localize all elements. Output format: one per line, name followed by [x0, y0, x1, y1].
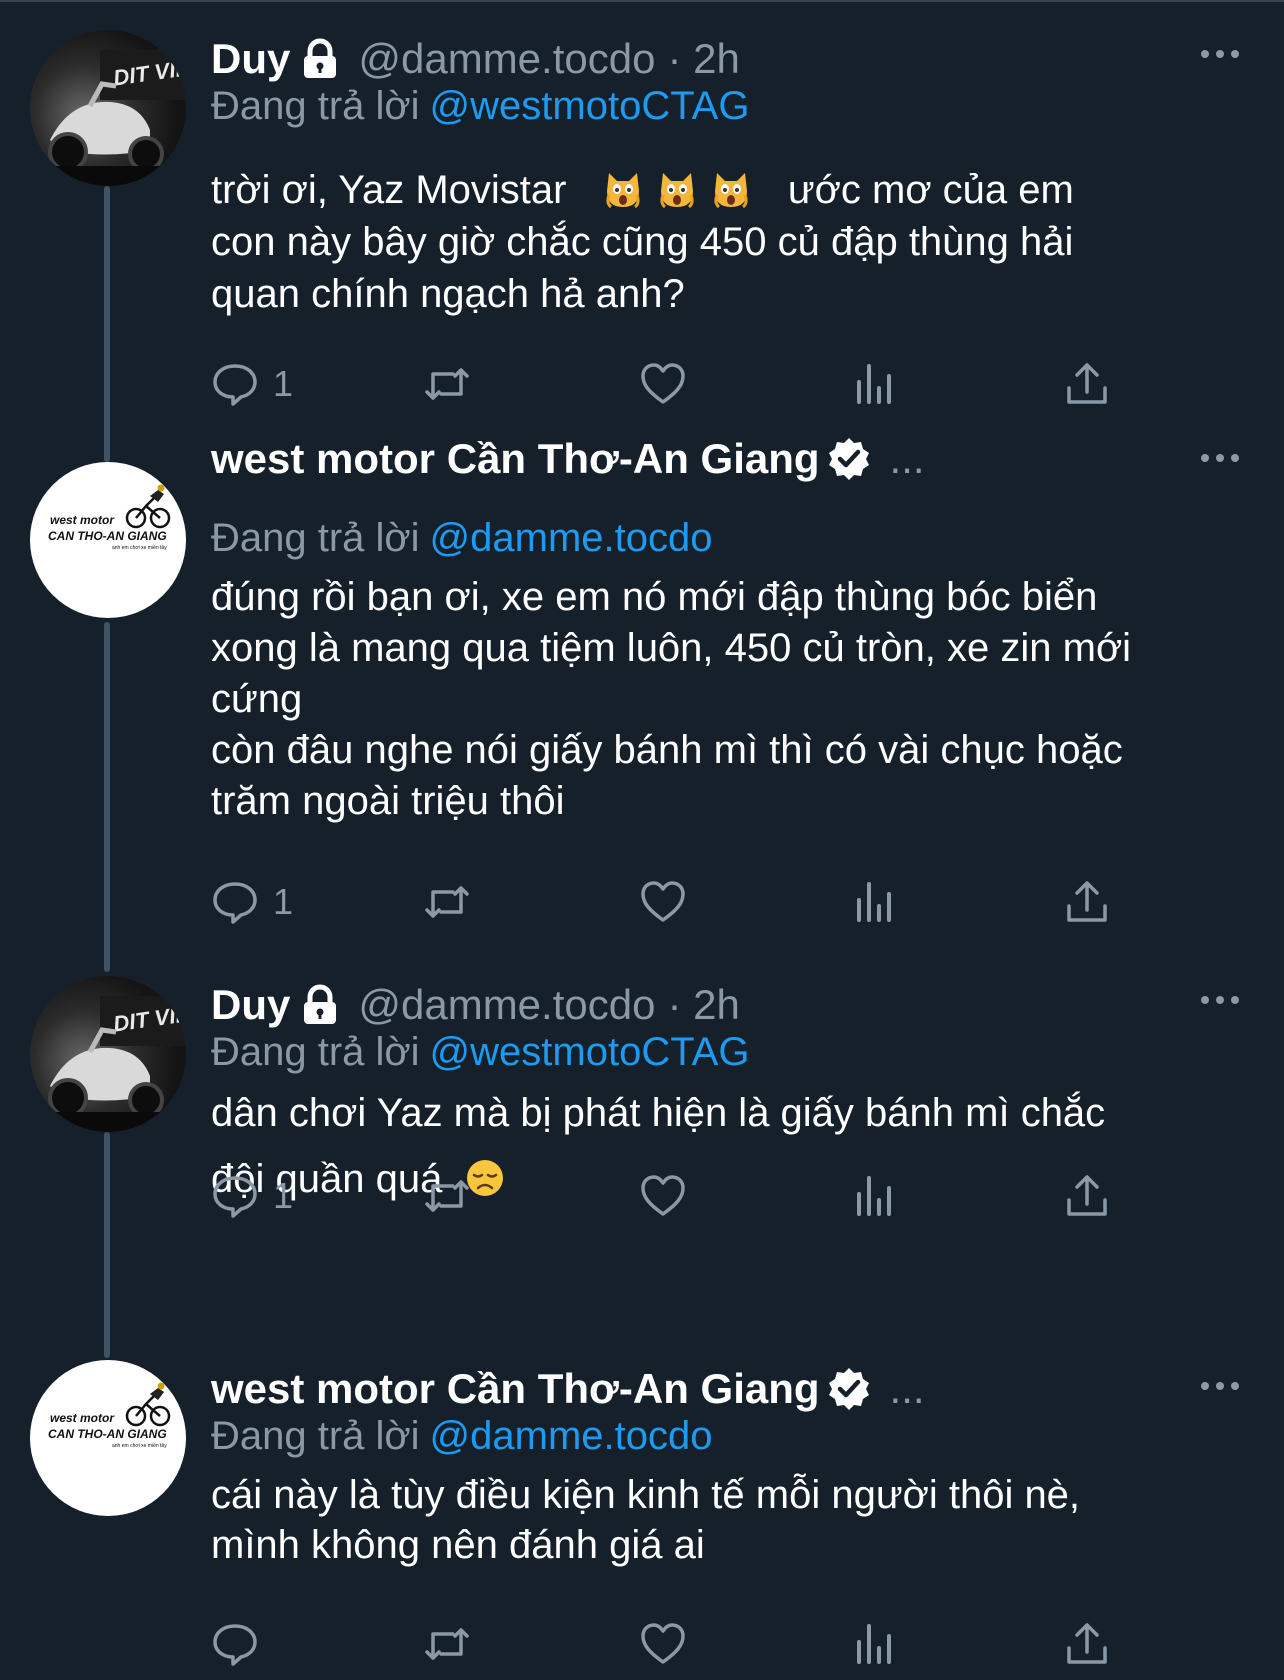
reply-count: 1 [273, 1175, 294, 1216]
reply-icon [213, 882, 257, 924]
retweet-button[interactable] [423, 1172, 471, 1220]
lock-icon [304, 38, 337, 78]
author-handle[interactable]: @damme.tocdo [358, 34, 655, 84]
author-name[interactable]: Duy [211, 34, 290, 84]
lock-icon [304, 984, 337, 1024]
like-button[interactable] [639, 1172, 687, 1220]
analytics-button[interactable] [851, 1172, 899, 1220]
more-options-icon[interactable] [1200, 48, 1240, 60]
scream-cat-icon [660, 173, 694, 209]
reply-count: 1 [273, 881, 294, 922]
author-name[interactable]: Duy [211, 980, 290, 1030]
replying-to: Đang trả lời @westmotoCTAG [211, 84, 750, 128]
avatar[interactable]: DIT VIET TEAM [30, 30, 186, 186]
timestamp[interactable]: · 2h [667, 980, 739, 1030]
scream-cat-icon [606, 173, 640, 209]
author-handle[interactable]: @damme.tocdo [358, 980, 655, 1030]
svg-text:west motor: west motor [50, 1411, 115, 1425]
like-icon [641, 363, 685, 404]
reply-button[interactable] [211, 1620, 273, 1668]
analytics-button[interactable] [851, 878, 899, 926]
avatar[interactable]: west motor CAN THO-AN GIANG anh em chơi … [30, 1360, 186, 1516]
share-icon [1067, 1623, 1107, 1664]
share-icon [1067, 881, 1107, 922]
verified-badge-icon [828, 1368, 869, 1410]
like-button[interactable] [639, 1620, 687, 1668]
svg-text:CAN THO-AN GIANG: CAN THO-AN GIANG [48, 1427, 167, 1441]
analytics-icon [857, 364, 891, 404]
like-icon [641, 1175, 685, 1216]
author-name[interactable]: west motor Cần Thơ-An Giang [211, 434, 820, 484]
tweet-text: đúng rồi bạn ơi, xe em nó mới đập thùng … [211, 575, 1132, 823]
retweet-icon [425, 368, 469, 400]
analytics-button[interactable] [851, 360, 899, 408]
retweet-icon [425, 886, 469, 918]
analytics-icon [857, 1176, 891, 1216]
retweet-button[interactable] [423, 878, 471, 926]
like-button[interactable] [639, 360, 687, 408]
name-truncation: ... [889, 435, 925, 482]
reply-to-link[interactable]: @damme.tocdo [430, 516, 713, 560]
reply-icon [213, 1624, 257, 1666]
like-icon [641, 881, 685, 922]
tweet[interactable]: west motor CAN THO-AN GIANG anh em chơi … [0, 1358, 1284, 1675]
more-options-icon[interactable] [1200, 1380, 1240, 1392]
reply-to-link[interactable]: @damme.tocdo [430, 1414, 713, 1458]
tweet-actions: 1 [211, 1172, 1131, 1232]
reply-to-link[interactable]: @westmotoCTAG [430, 84, 750, 128]
avatar[interactable]: DIT VIET TEAM [30, 976, 186, 1132]
more-options-icon[interactable] [1200, 994, 1240, 1006]
tweet-actions [211, 1620, 1131, 1680]
svg-text:anh em chơi xe miền tây: anh em chơi xe miền tây [112, 1443, 167, 1449]
share-button[interactable] [1063, 1172, 1111, 1220]
reply-button[interactable]: 1 [211, 360, 293, 408]
like-button[interactable] [639, 878, 687, 926]
share-icon [1067, 1175, 1107, 1216]
retweet-icon [425, 1628, 469, 1660]
tweet-text: cái này là tùy điều kiện kinh tế mỗi ngư… [211, 1473, 1081, 1567]
tweet-text: trời ơi, Yaz Movistar ước mơ của em con … [211, 168, 1074, 316]
verified-badge-icon [828, 438, 869, 480]
replying-to: Đang trả lời @damme.tocdo [211, 516, 713, 560]
reply-button[interactable]: 1 [211, 878, 293, 926]
tweet[interactable]: DIT VIET TEAM Duy @damme.tocdo · 2h Đang… [0, 0, 1284, 462]
scream-cat-icon [714, 173, 748, 209]
retweet-button[interactable] [423, 1620, 471, 1668]
tweet-actions: 1 [211, 878, 1131, 938]
replying-to: Đang trả lời @damme.tocdo [211, 1414, 713, 1458]
analytics-icon [857, 882, 891, 922]
svg-text:CAN THO-AN GIANG: CAN THO-AN GIANG [48, 529, 167, 543]
reply-button[interactable]: 1 [211, 1172, 293, 1220]
tweet[interactable]: west motor CAN THO-AN GIANG anh em chơi … [0, 435, 1284, 972]
analytics-button[interactable] [851, 1620, 899, 1668]
svg-text:anh em chơi xe miền tây: anh em chơi xe miền tây [112, 545, 167, 551]
retweet-icon [425, 1180, 469, 1212]
author-name[interactable]: west motor Cần Thơ-An Giang [211, 1364, 820, 1414]
more-options-icon[interactable] [1200, 452, 1240, 464]
reply-count: 1 [273, 363, 294, 404]
replying-to: Đang trả lời @westmotoCTAG [211, 1030, 750, 1074]
name-truncation: ... [889, 1365, 925, 1412]
reply-icon [213, 364, 257, 406]
timestamp[interactable]: · 2h [667, 34, 739, 84]
analytics-icon [857, 1624, 891, 1664]
share-button[interactable] [1063, 360, 1111, 408]
reply-to-link[interactable]: @westmotoCTAG [430, 1030, 750, 1074]
share-button[interactable] [1063, 878, 1111, 926]
like-icon [641, 1623, 685, 1664]
tweet-actions: 1 [211, 360, 1131, 420]
reply-icon [213, 1176, 257, 1218]
share-button[interactable] [1063, 1620, 1111, 1668]
share-icon [1067, 363, 1107, 404]
retweet-button[interactable] [423, 360, 471, 408]
tweet[interactable]: DIT VIET TEAM Duy @damme.tocdo · 2h Đang… [0, 972, 1284, 1358]
svg-text:west motor: west motor [50, 513, 115, 527]
avatar[interactable]: west motor CAN THO-AN GIANG anh em chơi … [30, 462, 186, 618]
